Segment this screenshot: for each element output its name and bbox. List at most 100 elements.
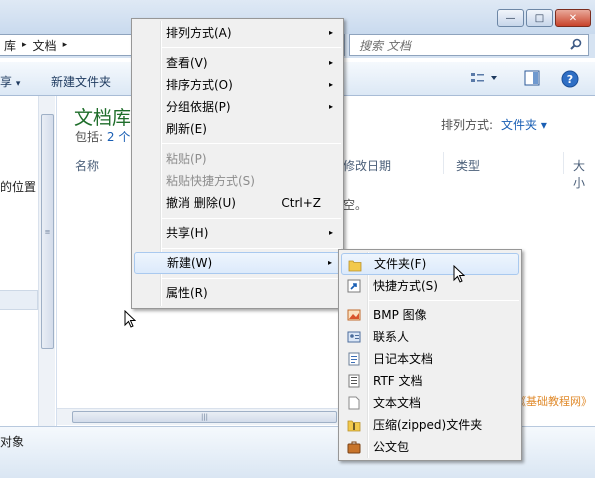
column-divider[interactable] [563,152,564,174]
share-menu-button[interactable]: 享 ▾ [0,73,20,90]
menu-item-label: 粘贴(P) [166,152,207,166]
nav-item-selected[interactable] [0,290,38,310]
mouse-pointer-icon [124,310,136,328]
submenu-arrow-icon: ▸ [328,28,333,37]
chevron-down-icon: ▾ [15,79,21,89]
search-input[interactable]: 搜索 文档 [349,34,589,56]
search-placeholder: 搜索 文档 [359,38,411,53]
menu-item-shortcut: Ctrl+Z [281,196,321,210]
breadcrumb-library[interactable]: 库 [4,37,16,54]
breadcrumb-separator-icon[interactable]: ▸ [22,40,27,50]
close-button[interactable]: ✕ [555,9,591,27]
search-icon[interactable] [570,38,582,53]
arrange-by: 排列方式: 文件夹 ▾ [441,116,547,133]
submenu-item-folder[interactable]: 文件夹(F) [341,253,519,275]
submenu-item-zip[interactable]: 压缩(zipped)文件夹 [341,414,519,436]
breadcrumb-separator-icon[interactable]: ▸ [63,40,68,50]
shortcut-icon [346,278,362,294]
view-options-icon[interactable] [470,70,498,90]
new-submenu: 文件夹(F) 快捷方式(S) BMP 图像 联系人 日记本文档 RTF 文档 文… [338,249,522,461]
includes-label: 包括: [75,130,104,144]
menu-item-paste: 粘贴(P) [134,148,341,170]
submenu-arrow-icon: ▸ [328,58,333,67]
submenu-arrow-icon: ▸ [327,258,332,267]
menu-item-label: 快捷方式(S) [373,279,438,293]
menu-item-view[interactable]: 查看(V) ▸ [134,52,341,74]
menu-item-label: 刷新(E) [166,122,207,136]
menu-item-label: 联系人 [373,330,410,344]
menu-item-label: 压缩(zipped)文件夹 [373,418,483,432]
column-header-type[interactable]: 类型 [456,157,480,174]
menu-item-refresh[interactable]: 刷新(E) [134,118,341,140]
submenu-item-bmp[interactable]: BMP 图像 [341,304,519,326]
column-divider[interactable] [443,152,444,174]
journal-icon [346,351,362,367]
submenu-item-contact[interactable]: 联系人 [341,326,519,348]
preview-pane-icon[interactable] [524,70,540,90]
submenu-item-text[interactable]: 文本文档 [341,392,519,414]
watermark: 《基础教程网》 [515,395,592,408]
submenu-item-briefcase[interactable]: 公文包 [341,436,519,458]
zip-folder-icon [346,417,362,433]
maximize-button[interactable]: □ [526,9,553,27]
folder-icon [347,257,363,273]
breadcrumb-documents[interactable]: 文档 [33,37,57,54]
menu-item-label: BMP 图像 [373,308,427,322]
menu-item-label: RTF 文档 [373,374,423,388]
submenu-item-rtf[interactable]: RTF 文档 [341,370,519,392]
menu-item-label: 属性(R) [166,286,208,300]
mouse-pointer-icon [453,265,465,283]
new-folder-button[interactable]: 新建文件夹 [51,73,111,90]
horizontal-scrollbar[interactable]: ||| [57,408,349,425]
menu-item-label: 撤消 删除(U) [166,196,236,210]
includes-locations-link[interactable]: 2 个 [107,130,130,144]
menu-item-group-by[interactable]: 分组依据(P) ▸ [134,96,341,118]
library-includes: 包括: 2 个 [75,128,130,145]
menu-separator [162,278,341,279]
menu-item-label: 共享(H) [166,226,209,240]
menu-item-new[interactable]: 新建(W) ▸ [134,252,341,274]
nav-item-location[interactable]: 的位置 [0,178,36,195]
submenu-item-shortcut[interactable]: 快捷方式(S) [341,275,519,297]
menu-item-arrange-by[interactable]: 排列方式(A) ▸ [134,22,341,44]
context-menu: 排列方式(A) ▸ 查看(V) ▸ 排序方式(O) ▸ 分组依据(P) ▸ 刷新(E) … [131,18,344,309]
menu-separator [162,143,341,144]
column-header-size[interactable]: 大小 [573,157,595,191]
share-label: 享 [0,75,13,89]
text-document-icon [346,395,362,411]
menu-item-paste-shortcut: 粘贴快捷方式(S) [134,170,341,192]
menu-item-label: 公文包 [373,440,410,454]
menu-item-label: 日记本文档 [373,352,434,366]
arrange-dropdown[interactable]: 文件夹 ▾ [501,118,547,132]
menu-item-label: 排序方式(O) [166,78,233,92]
submenu-arrow-icon: ▸ [328,102,333,111]
contact-icon [346,329,362,345]
scrollbar-thumb[interactable]: ||| [72,411,337,423]
svg-text:?: ? [567,73,573,86]
menu-item-share[interactable]: 共享(H) ▸ [134,222,341,244]
scrollbar-thumb[interactable]: ≡ [41,114,54,349]
nav-vertical-scrollbar[interactable]: ≡ [38,96,55,426]
menu-item-label: 文本文档 [373,396,422,410]
help-icon[interactable]: ? [561,70,579,92]
submenu-item-journal[interactable]: 日记本文档 [341,348,519,370]
menu-item-sort-by[interactable]: 排序方式(O) ▸ [134,74,341,96]
bmp-image-icon [346,307,362,323]
menu-item-label: 粘贴快捷方式(S) [166,174,255,188]
arrange-label: 排列方式: [441,118,494,132]
menu-separator [369,300,519,301]
menu-item-undo-delete[interactable]: 撤消 删除(U) Ctrl+Z [134,192,341,214]
menu-separator [162,248,341,249]
empty-folder-message: 空。 [343,198,368,212]
submenu-arrow-icon: ▸ [328,228,333,237]
menu-item-label: 分组依据(P) [166,100,231,114]
column-header-name[interactable]: 名称 [75,157,99,174]
menu-item-label: 查看(V) [166,56,208,70]
submenu-arrow-icon: ▸ [328,80,333,89]
minimize-button[interactable]: — [497,9,524,27]
menu-separator [162,218,341,219]
column-header-date[interactable]: 修改日期 [343,157,391,174]
menu-item-properties[interactable]: 属性(R) [134,282,341,304]
menu-item-label: 新建(W) [167,256,213,270]
status-item-count: 对象 [0,435,25,449]
